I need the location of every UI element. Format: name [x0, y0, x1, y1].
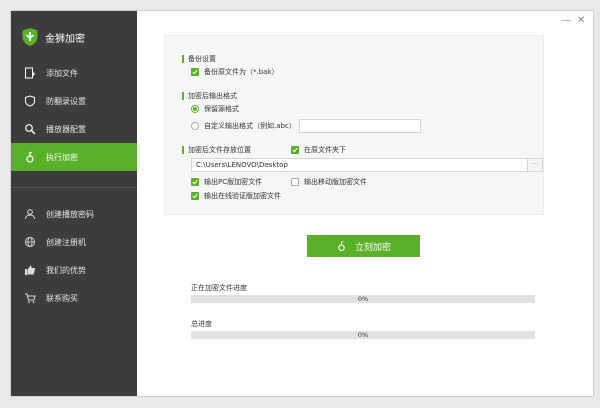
- sidebar-item-add-file[interactable]: 添加文件: [11, 59, 137, 87]
- shield-logo-icon: [21, 27, 39, 47]
- brand: 金狮加密: [11, 11, 137, 63]
- mobile-output-checkbox[interactable]: [291, 178, 299, 186]
- sidebar-item-anti-record[interactable]: 防翻录设置: [11, 87, 137, 115]
- lock-icon: [23, 150, 37, 164]
- sidebar-item-label: 防翻录设置: [46, 96, 86, 106]
- sidebar-item-create-play-password[interactable]: 创建播放密码: [11, 200, 137, 228]
- sidebar-item-label: 创建播放密码: [46, 209, 94, 219]
- add-file-icon: [23, 66, 37, 80]
- backup-section-title: 备份设置: [182, 55, 216, 63]
- total-progress-label: 总进度: [191, 320, 212, 328]
- same-folder-label: 在原文件夹下: [304, 146, 346, 154]
- app-window: 金狮加密 添加文件 防翻录设置 播放器配置 执行加密 创建播放密码 创建注册机 …: [10, 10, 594, 397]
- sidebar-item-advantages[interactable]: 我们的优势: [11, 256, 137, 284]
- keep-format-radio[interactable]: [191, 105, 199, 113]
- total-progress-text: 0%: [357, 331, 369, 339]
- same-folder-checkbox[interactable]: [291, 146, 299, 154]
- sidebar-item-label: 执行加密: [46, 152, 78, 162]
- current-progress-bar: 0%: [191, 295, 535, 303]
- close-button[interactable]: ✕: [577, 15, 585, 26]
- sidebar: 金狮加密 添加文件 防翻录设置 播放器配置 执行加密 创建播放密码 创建注册机 …: [11, 11, 137, 396]
- keep-format-option[interactable]: 保留源格式: [191, 104, 239, 114]
- sidebar-item-label: 联系购买: [46, 293, 78, 303]
- keep-format-label: 保留源格式: [204, 105, 239, 113]
- pc-output-option[interactable]: 输出PC版加密文件: [191, 177, 262, 187]
- mobile-output-label: 输出移动版加密文件: [304, 178, 367, 186]
- custom-format-label: 自定义输出格式（例如.abc）: [204, 122, 296, 130]
- pc-output-label: 输出PC版加密文件: [204, 178, 263, 186]
- current-progress-text: 0%: [357, 295, 369, 303]
- encrypt-now-button[interactable]: 立刻加密: [307, 235, 420, 257]
- user-icon: [23, 207, 37, 221]
- minimize-button[interactable]: —: [561, 15, 571, 26]
- backup-option[interactable]: 备份原文件为（*.bak）: [191, 67, 279, 77]
- custom-format-option[interactable]: 自定义输出格式（例如.abc）: [191, 121, 296, 131]
- search-icon: [23, 122, 37, 136]
- thumbs-up-icon: [23, 263, 37, 277]
- pc-output-checkbox[interactable]: [191, 178, 199, 186]
- sidebar-item-player-config[interactable]: 播放器配置: [11, 115, 137, 143]
- backup-option-label: 备份原文件为（*.bak）: [204, 68, 279, 76]
- custom-format-radio[interactable]: [191, 122, 199, 130]
- backup-checkbox[interactable]: [191, 68, 199, 76]
- output-path-input[interactable]: C:\Users\LENOVO\Desktop: [191, 158, 531, 172]
- mobile-output-option[interactable]: 输出移动版加密文件: [291, 177, 367, 187]
- sidebar-divider: [11, 187, 137, 188]
- total-progress-bar: 0%: [191, 331, 535, 339]
- custom-format-input[interactable]: [299, 119, 421, 133]
- online-output-label: 输出在线验证版加密文件: [204, 192, 281, 200]
- main-content: — ✕ 备份设置 备份原文件为（*.bak） 加密后输出格式 保留源格式 自定义…: [137, 11, 593, 396]
- app-title: 金狮加密: [45, 33, 85, 45]
- lock-icon: [336, 240, 347, 252]
- sidebar-item-create-keygen[interactable]: 创建注册机: [11, 228, 137, 256]
- shield-icon: [23, 94, 37, 108]
- sidebar-item-label: 播放器配置: [46, 124, 86, 134]
- online-output-option[interactable]: 输出在线验证版加密文件: [191, 191, 281, 201]
- same-folder-option[interactable]: 在原文件夹下: [291, 145, 346, 155]
- settings-panel: 备份设置 备份原文件为（*.bak） 加密后输出格式 保留源格式 自定义输出格式…: [164, 35, 544, 215]
- save-location-section-title: 加密后文件存放位置: [182, 146, 251, 154]
- globe-icon: [23, 235, 37, 249]
- encrypt-now-label: 立刻加密: [354, 242, 391, 253]
- sidebar-item-contact-purchase[interactable]: 联系购买: [11, 284, 137, 312]
- current-progress-label: 正在加密文件进度: [191, 284, 247, 292]
- output-format-section-title: 加密后输出格式: [182, 92, 237, 100]
- sidebar-item-execute-encrypt[interactable]: 执行加密: [11, 143, 137, 171]
- sidebar-item-label: 我们的优势: [46, 265, 86, 275]
- browse-button[interactable]: ···: [527, 158, 543, 172]
- cart-icon: [23, 291, 37, 305]
- sidebar-item-label: 创建注册机: [46, 237, 86, 247]
- online-output-checkbox[interactable]: [191, 192, 199, 200]
- sidebar-item-label: 添加文件: [46, 68, 78, 78]
